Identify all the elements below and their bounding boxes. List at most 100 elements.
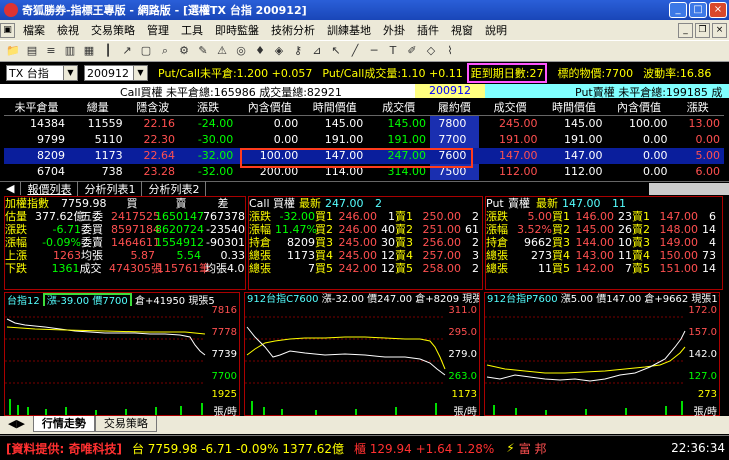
col-header[interactable]: 時間價值	[302, 99, 368, 116]
panel-row: 持倉 9662 買3 144.00 10 賣3 149.00 4	[486, 236, 716, 249]
cell: 8209	[4, 147, 69, 164]
analysis-icon[interactable]: ◈	[270, 42, 288, 60]
col-header[interactable]: 成交價	[367, 99, 431, 116]
chart-header: 912台指C7600 漲-32.00 價247.00 倉+8209 現張2	[247, 294, 479, 305]
col-header[interactable]: 漲跌	[671, 99, 724, 116]
month-value: 200912	[87, 66, 129, 80]
minimize-button[interactable]: _	[669, 2, 687, 18]
menu-plugin[interactable]: 插件	[411, 22, 445, 38]
text-icon[interactable]: T	[384, 42, 402, 60]
cursor-icon[interactable]: ↖	[327, 42, 345, 60]
panel-row: 總張 273 買4 143.00 11 賣4 150.00 73	[486, 249, 716, 262]
chart-call[interactable]: 912台指C7600 漲-32.00 價247.00 倉+8209 現張2 31…	[244, 292, 480, 418]
chart-header: 台指12 漲-39.00 價7700 倉+41950 現張5	[5, 293, 239, 306]
menu-addon[interactable]: 外掛	[377, 22, 411, 38]
col-header[interactable]: 總量	[68, 99, 127, 116]
cell: 145.00	[387, 117, 427, 131]
col-header[interactable]: 漲跌	[179, 99, 238, 116]
col-header[interactable]: 未平倉量	[4, 99, 69, 116]
cell: 6704	[36, 165, 65, 178]
horizontal-scrollbar[interactable]	[649, 182, 729, 195]
cell: -30.00	[197, 133, 234, 146]
close-button[interactable]: ×	[709, 2, 727, 18]
tool-icon[interactable]: ✎	[194, 42, 212, 60]
maximize-button[interactable]: □	[689, 2, 707, 18]
menu-help[interactable]: 說明	[479, 22, 513, 38]
col-header[interactable]: 成交價	[478, 99, 542, 116]
zoom-icon[interactable]: ⌕	[156, 42, 174, 60]
key-icon[interactable]: ⚷	[289, 42, 307, 60]
app-menu-icon[interactable]: ▣	[0, 22, 15, 38]
chevron-down-icon[interactable]: ▼	[133, 66, 147, 80]
table-row[interactable]: 9799 5110 22.30 -30.00 0.00 191.00 191.0…	[4, 131, 724, 148]
tab-strategy[interactable]: 交易策略	[94, 416, 157, 432]
mdi-close-button[interactable]: ×	[712, 22, 727, 38]
put-depth-panel: Put 賣權 最新 147.00 11 漲跌 5.00 買1 146.00 23…	[485, 196, 723, 290]
highlight-box	[240, 148, 473, 168]
open-icon[interactable]: 📁	[4, 42, 22, 60]
strategy-icon[interactable]: ♦	[251, 42, 269, 60]
window-icon[interactable]: ▢	[137, 42, 155, 60]
list-icon[interactable]: ≡	[42, 42, 60, 60]
menu-file[interactable]: 檔案	[17, 22, 51, 38]
fib-icon[interactable]: ⌇	[441, 42, 459, 60]
broker-name: 富 邦	[518, 441, 547, 456]
hline-icon[interactable]: ─	[365, 42, 383, 60]
menu-monitor[interactable]: 即時監盤	[209, 22, 265, 38]
menu-manage[interactable]: 管理	[141, 22, 175, 38]
draw-icon[interactable]: ✐	[403, 42, 421, 60]
col-header[interactable]: 履約價	[430, 99, 479, 116]
panel-row: 漲跌 -6.71 委買 8597184 8620724 -23540	[5, 223, 245, 236]
chart-put[interactable]: 912台指P7600 漲5.00 價147.00 倉+9662 現張11 172…	[484, 292, 720, 418]
month-select[interactable]: 200912 ▼	[84, 65, 148, 81]
menu-window[interactable]: 視窗	[445, 22, 479, 38]
tab-analysis-1[interactable]: 分析列表1	[78, 180, 143, 197]
candle-icon[interactable]: ┃	[99, 42, 117, 60]
col-header[interactable]: 內含價值	[237, 99, 303, 116]
cell: 191.00	[387, 133, 427, 146]
tab-quote-list[interactable]: 報價列表	[21, 180, 79, 197]
cell: 112.00	[499, 165, 538, 178]
menu-view[interactable]: 檢視	[51, 22, 85, 38]
panel-row: 總張 7 買5 242.00 12 賣5 258.00 2	[249, 262, 479, 275]
nav-left-icon[interactable]: ◀	[0, 182, 22, 195]
grid-icon[interactable]: ▦	[80, 42, 98, 60]
chevron-down-icon[interactable]: ▼	[63, 66, 77, 80]
cell: 22.64	[126, 147, 179, 164]
col-header[interactable]: 時間價值	[541, 99, 607, 116]
marker-icon[interactable]: ◇	[422, 42, 440, 60]
line-icon[interactable]: ╱	[346, 42, 364, 60]
menu-tech[interactable]: 技術分析	[265, 22, 321, 38]
quote-icon[interactable]: ▤	[23, 42, 41, 60]
trend-icon[interactable]: ↗	[118, 42, 136, 60]
ruler-icon[interactable]: ⊿	[308, 42, 326, 60]
put-summary: Put賣權 未平倉總:199185 成	[485, 84, 729, 99]
symbol-value: TX 台指	[9, 67, 49, 80]
table-row[interactable]: 14384 11559 22.16 -24.00 0.00 145.00 145…	[4, 115, 724, 132]
menu-training[interactable]: 訓練基地	[321, 22, 377, 38]
bar-chart-icon[interactable]: ▥	[61, 42, 79, 60]
tab-analysis-2[interactable]: 分析列表2	[142, 180, 207, 197]
status-bar: [資料提供: 奇唯科技] 台 7759.98 -6.71 -0.09% 1377…	[0, 435, 729, 460]
mdi-minimize-button[interactable]: _	[678, 22, 693, 38]
panel-header: Put 賣權 最新 147.00 11	[486, 197, 626, 210]
call-put-summary: Call買權 未平倉總:165986 成交量總:82921 200912 Put…	[0, 84, 729, 99]
settings-icon[interactable]: ⚙	[175, 42, 193, 60]
detail-panels: 加權指數 7759.98 買 賣 差 估量 377.62億 五委 2417525…	[4, 196, 724, 290]
col-header[interactable]: 內含價值	[606, 99, 672, 116]
cell: 0.00	[642, 165, 668, 178]
menu-tools[interactable]: 工具	[175, 22, 209, 38]
panel-row: 估量 377.62億 五委 2417525 1650147 767378	[5, 210, 245, 223]
menu-strategy[interactable]: 交易策略	[85, 22, 141, 38]
chart-futures[interactable]: 台指12 漲-39.00 價7700 倉+41950 現張5 7816 7778…	[4, 292, 240, 418]
call-summary: Call買權 未平倉總:165986 成交量總:82921	[0, 84, 415, 99]
alert-icon[interactable]: ⚠	[213, 42, 231, 60]
symbol-select[interactable]: TX 台指 ▼	[6, 65, 78, 81]
col-header[interactable]: 隱含波	[126, 99, 179, 116]
nav-arrows-icon[interactable]: ◀▶	[0, 416, 33, 432]
tab-trend[interactable]: 行情走勢	[32, 416, 95, 432]
cell: 145.00	[564, 117, 603, 131]
mdi-restore-button[interactable]: ❐	[695, 22, 710, 38]
signal-icon[interactable]: ◎	[232, 42, 250, 60]
cell: 0.00	[695, 133, 721, 146]
